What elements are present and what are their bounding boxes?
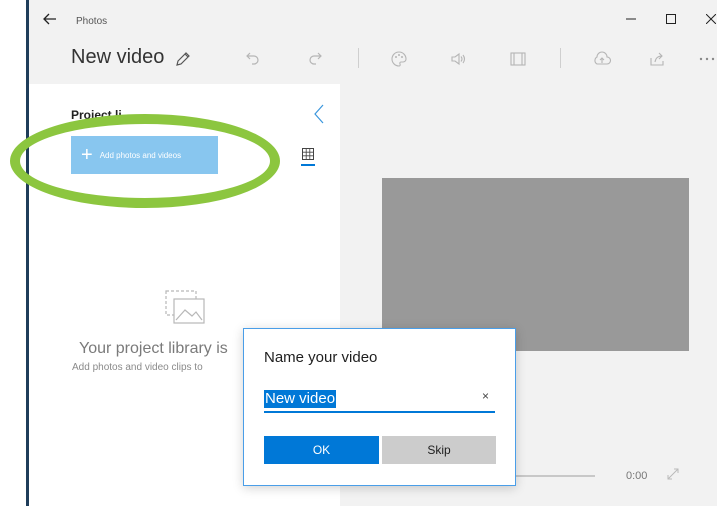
collapse-panel-button[interactable]: [311, 102, 327, 126]
playback-time: 0:00: [626, 470, 648, 482]
add-photos-videos-button[interactable]: + Add photos and videos: [71, 136, 218, 174]
upload-button[interactable]: [588, 46, 616, 72]
filters-button[interactable]: [385, 46, 413, 72]
redo-button[interactable]: [301, 46, 329, 72]
fullscreen-button[interactable]: [666, 467, 680, 481]
clear-icon[interactable]: ×: [482, 389, 489, 403]
toolbar-separator: [560, 48, 561, 68]
palette-icon: [391, 51, 407, 67]
share-icon: [650, 52, 664, 66]
close-button[interactable]: [697, 8, 717, 30]
more-button[interactable]: [693, 46, 717, 72]
rename-button[interactable]: [169, 46, 197, 72]
expand-icon: [667, 468, 679, 480]
more-icon: [699, 57, 715, 61]
dialog-title: Name your video: [264, 349, 378, 366]
add-button-label: Add photos and videos: [99, 150, 182, 160]
redo-icon: [309, 52, 322, 65]
back-button[interactable]: [39, 8, 61, 30]
video-title: New video: [71, 46, 165, 68]
panel-title: Project li: [71, 108, 122, 122]
title-bar: Photos: [29, 0, 717, 36]
toolbar-separator: [358, 48, 359, 68]
back-arrow-icon: [43, 13, 56, 25]
video-name-input[interactable]: New video ×: [264, 387, 495, 413]
plus-icon: +: [81, 144, 93, 166]
aspect-ratio-button[interactable]: [504, 46, 532, 72]
undo-button[interactable]: [239, 46, 267, 72]
minimize-icon: [626, 18, 636, 20]
grid-icon: [302, 148, 314, 160]
minimize-button[interactable]: [617, 8, 645, 30]
export-button[interactable]: [643, 46, 671, 72]
video-name-value: New video: [264, 390, 337, 408]
pencil-icon: [176, 52, 190, 66]
ok-button[interactable]: OK: [264, 436, 379, 464]
empty-library-title: Your project library is: [79, 340, 228, 357]
undo-icon: [246, 52, 259, 65]
maximize-button[interactable]: [657, 8, 685, 30]
empty-library-subtitle: Add photos and video clips to: [72, 362, 203, 373]
grid-view-button[interactable]: [301, 148, 315, 166]
volume-icon: [451, 52, 466, 66]
audio-button[interactable]: [445, 46, 473, 72]
video-preview: [382, 178, 689, 351]
playback-scrubber[interactable]: [515, 475, 595, 477]
close-icon: [706, 14, 716, 24]
cloud-upload-icon: [594, 51, 612, 65]
aspect-ratio-icon: [510, 52, 526, 66]
empty-library-icon: [165, 290, 207, 331]
app-title: Photos: [76, 16, 108, 27]
toolbar: New video: [29, 36, 717, 84]
maximize-icon: [666, 14, 676, 24]
grid-view-selected-indicator: [301, 164, 315, 166]
chevron-left-icon: [314, 104, 324, 124]
name-video-dialog: Name your video New video × OK Skip: [243, 328, 516, 486]
skip-button[interactable]: Skip: [382, 436, 496, 464]
